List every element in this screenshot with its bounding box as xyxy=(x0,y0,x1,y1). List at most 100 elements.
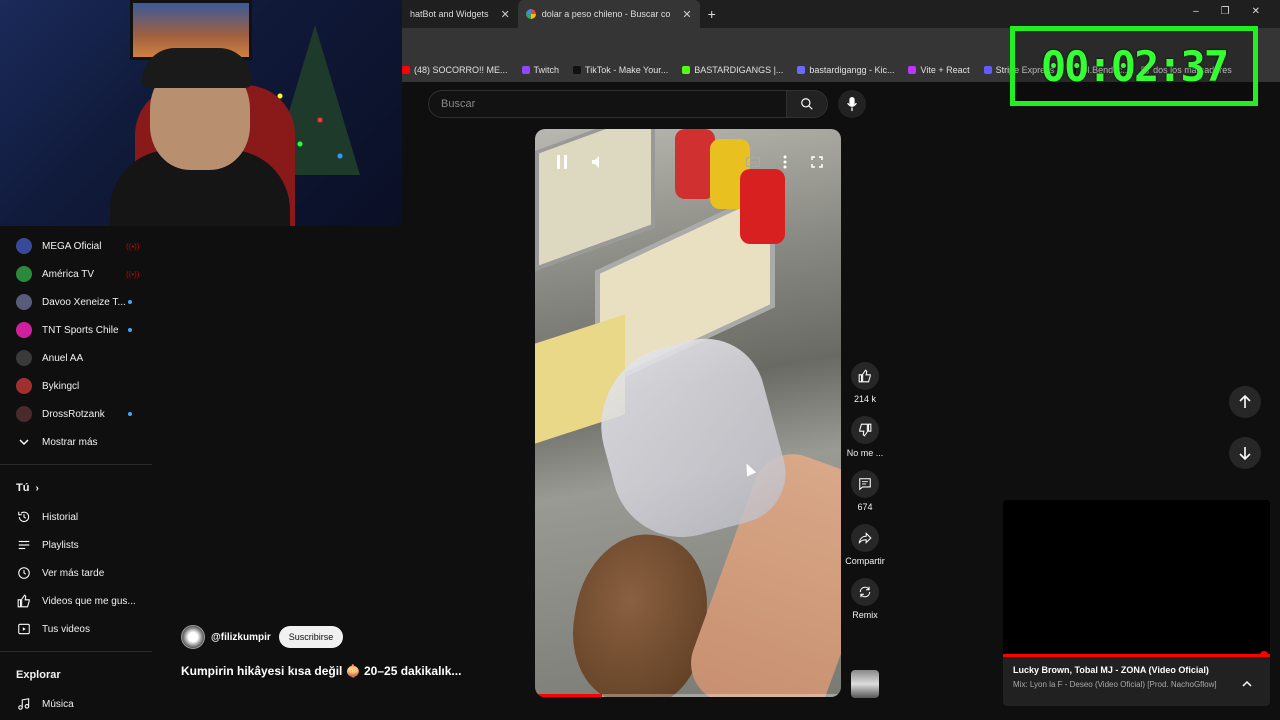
comments-button[interactable] xyxy=(851,470,879,498)
sidebar-item-playlist[interactable]: Playlists xyxy=(0,531,152,559)
fullscreen-button[interactable] xyxy=(802,147,832,177)
chevron-down-icon xyxy=(16,434,32,450)
voice-search-button[interactable] xyxy=(838,90,866,118)
dislike-button[interactable] xyxy=(851,416,879,444)
stream-timer: 00:02:37 xyxy=(1010,26,1258,106)
avatar xyxy=(16,322,32,338)
pause-button[interactable] xyxy=(547,147,577,177)
bookmark-label: Vite + React xyxy=(920,65,970,75)
music-icon xyxy=(16,696,32,712)
next-short-button[interactable] xyxy=(1229,437,1261,469)
bookmark-icon xyxy=(983,66,992,74)
search-button[interactable] xyxy=(786,90,828,118)
new-tab-button[interactable]: + xyxy=(700,6,724,22)
bookmark-item[interactable]: bastardigangg - Kic... xyxy=(797,65,894,75)
shorts-video-player[interactable] xyxy=(535,129,841,697)
thumbs-up-icon xyxy=(858,369,871,383)
audio-thumbnail[interactable] xyxy=(851,670,879,698)
subscription-item[interactable]: Bykingcl xyxy=(0,372,152,400)
subscribe-button[interactable]: Suscribirse xyxy=(278,626,344,648)
like-button[interactable] xyxy=(851,362,879,390)
mini-player-title[interactable]: Lucky Brown, Tobal MJ - ZONA (Video Ofic… xyxy=(1013,665,1260,675)
bookmark-item[interactable]: Twitch xyxy=(521,65,559,75)
bookmark-icon xyxy=(573,66,582,74)
bookmark-item[interactable]: (48) SOCORRO!! ME... xyxy=(402,65,508,75)
new-content-dot xyxy=(128,328,132,332)
sidebar-item-history[interactable]: Historial xyxy=(0,503,152,531)
sidebar-item-thumbs-up[interactable]: Videos que me gus... xyxy=(0,587,152,615)
subscription-item[interactable]: Anuel AA xyxy=(0,344,152,372)
previous-short-button[interactable] xyxy=(1229,386,1261,418)
avatar xyxy=(16,294,32,310)
share-button[interactable] xyxy=(851,524,879,552)
sidebar-item-clock[interactable]: Ver más tarde xyxy=(0,559,152,587)
you-section-label: Tú xyxy=(16,482,30,494)
channel-name[interactable]: @filizkumpir xyxy=(211,632,271,643)
subscription-label: Davoo Xeneize T... xyxy=(42,296,126,308)
show-more-label: Mostrar más xyxy=(42,436,98,448)
maximize-button[interactable]: ❐ xyxy=(1221,6,1230,17)
thumbs-up-icon xyxy=(16,593,32,609)
bookmark-label: TikTok - Make Your... xyxy=(585,65,669,75)
captions-button[interactable] xyxy=(738,147,768,177)
sidebar-item-music[interactable]: Música xyxy=(0,690,152,718)
more-options-button[interactable] xyxy=(770,147,800,177)
avatar xyxy=(16,266,32,282)
subscription-label: TNT Sports Chile xyxy=(42,324,119,336)
bookmark-icon xyxy=(908,66,917,74)
bookmark-item[interactable]: TikTok - Make Your... xyxy=(573,65,668,75)
subscription-label: DrossRotzank xyxy=(42,408,105,420)
window-controls: – ❐ ✕ xyxy=(1193,6,1260,17)
video-icon xyxy=(16,621,32,637)
close-window-button[interactable]: ✕ xyxy=(1252,6,1260,17)
subscription-label: América TV xyxy=(42,268,95,280)
share-icon xyxy=(858,532,872,544)
video-progress-bar[interactable] xyxy=(535,694,841,697)
bookmark-icon xyxy=(402,66,410,74)
bookmark-item[interactable]: BASTARDIGANGS |... xyxy=(682,65,783,75)
subscription-item[interactable]: MEGA Oficial ((•)) xyxy=(0,232,152,260)
minimize-button[interactable]: – xyxy=(1193,6,1199,17)
comment-count: 674 xyxy=(857,502,873,512)
avatar xyxy=(16,406,32,422)
search-input[interactable]: Buscar xyxy=(428,90,788,118)
video-title[interactable]: Kumpirin hikâyesi kısa değil 🧅 20–25 dak… xyxy=(181,664,461,678)
bookmark-item[interactable]: Vite + React xyxy=(908,65,970,75)
google-icon xyxy=(525,9,536,19)
chevron-up-icon[interactable] xyxy=(1242,675,1252,693)
bookmark-icon xyxy=(797,66,806,74)
subscription-item[interactable]: TNT Sports Chile xyxy=(0,316,152,344)
remix-button[interactable] xyxy=(851,578,879,606)
sidebar-item-label: Historial xyxy=(42,511,79,523)
clock-icon xyxy=(16,565,32,581)
subscription-item[interactable]: DrossRotzank xyxy=(0,400,152,428)
close-icon[interactable]: ✕ xyxy=(682,8,691,21)
explore-section-header: Explorar xyxy=(0,660,152,690)
arrow-down-icon xyxy=(1239,447,1251,460)
tab-label: dolar a peso chileno - Buscar co xyxy=(541,9,671,19)
fullscreen-icon xyxy=(811,156,823,168)
bookmark-label: (48) SOCORRO!! ME... xyxy=(414,65,508,75)
sidebar-item-label: Música xyxy=(42,698,74,710)
tab-label: hatBot and Widgets xyxy=(410,9,489,19)
you-section-header[interactable]: Tú › xyxy=(0,473,152,503)
mini-player[interactable]: Lucky Brown, Tobal MJ - ZONA (Video Ofic… xyxy=(1003,500,1270,706)
show-more-button[interactable]: Mostrar más xyxy=(0,428,152,456)
sidebar-item-label: Tus videos xyxy=(42,623,90,635)
pause-icon xyxy=(557,155,567,169)
subscription-label: Anuel AA xyxy=(42,352,84,364)
search-icon xyxy=(801,98,813,110)
tab-google-search[interactable]: dolar a peso chileno - Buscar co ✕ xyxy=(517,0,700,28)
new-content-dot xyxy=(128,300,132,304)
tab-chatbot[interactable]: hatBot and Widgets ✕ xyxy=(402,0,518,28)
channel-info: @filizkumpir Suscribirse xyxy=(181,625,344,649)
chevron-right-icon: › xyxy=(35,482,39,494)
volume-button[interactable] xyxy=(583,147,613,177)
close-icon[interactable]: ✕ xyxy=(501,8,510,21)
avatar[interactable] xyxy=(181,625,205,649)
dislike-label: No me ... xyxy=(846,448,884,458)
sidebar-item-video[interactable]: Tus videos xyxy=(0,615,152,643)
subscription-item[interactable]: América TV ((•)) xyxy=(0,260,152,288)
subscription-item[interactable]: Davoo Xeneize T... xyxy=(0,288,152,316)
avatar xyxy=(16,378,32,394)
